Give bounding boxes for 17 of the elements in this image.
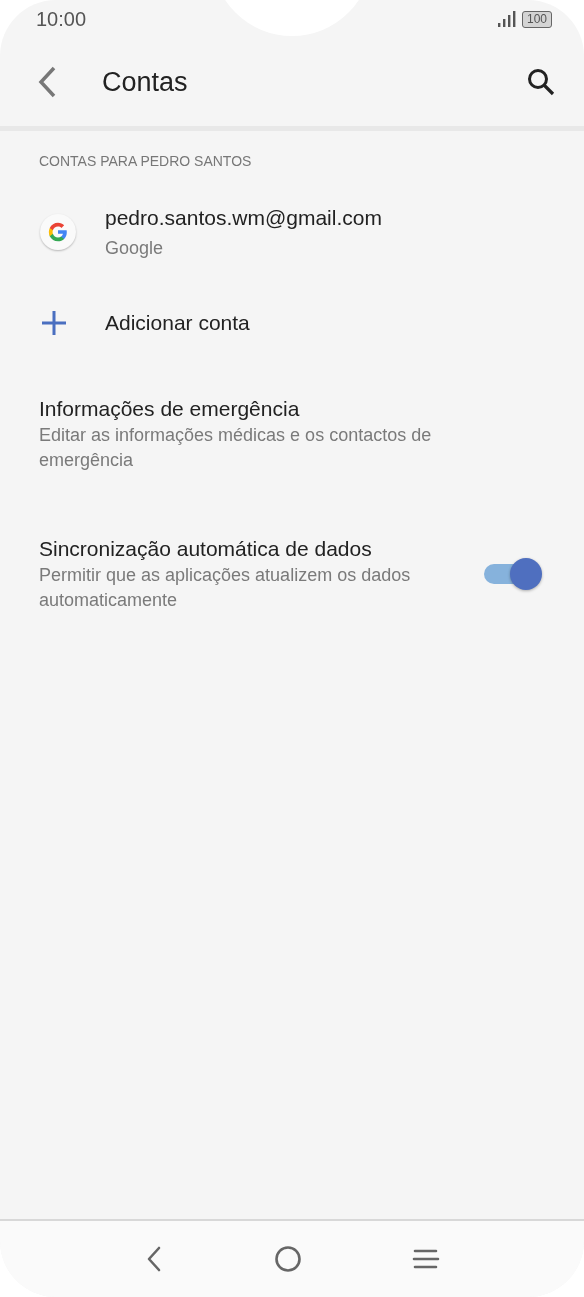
page-title: Contas bbox=[102, 66, 189, 98]
account-email[interactable]: pedro.santos.wm@gmail.com bbox=[105, 203, 584, 232]
add-account-link[interactable]: Adicionar conta bbox=[105, 309, 250, 337]
nav-menu-button[interactable] bbox=[412, 1247, 440, 1271]
nav-home-button[interactable] bbox=[274, 1245, 302, 1273]
plus-icon bbox=[40, 309, 68, 337]
signal-icon bbox=[497, 11, 516, 27]
setting-summary: Permitir que as aplicações atualizem os dados automaticamente bbox=[39, 564, 412, 612]
sync-switch[interactable] bbox=[482, 558, 542, 590]
battery-indicator: 100 bbox=[521, 10, 552, 28]
section-header: CONTAS PARA PEDRO SANTOS bbox=[38, 152, 253, 169]
setting-title[interactable]: Sincronização automática de dados bbox=[39, 535, 452, 563]
setting-summary: Editar as informações médicas e os contactos de emergência bbox=[39, 424, 433, 472]
google-logo-icon bbox=[40, 214, 76, 250]
account-provider: Google bbox=[105, 236, 165, 260]
setting-title[interactable]: Informações de emergência bbox=[39, 395, 542, 423]
status-time: 10:00 bbox=[36, 7, 87, 31]
